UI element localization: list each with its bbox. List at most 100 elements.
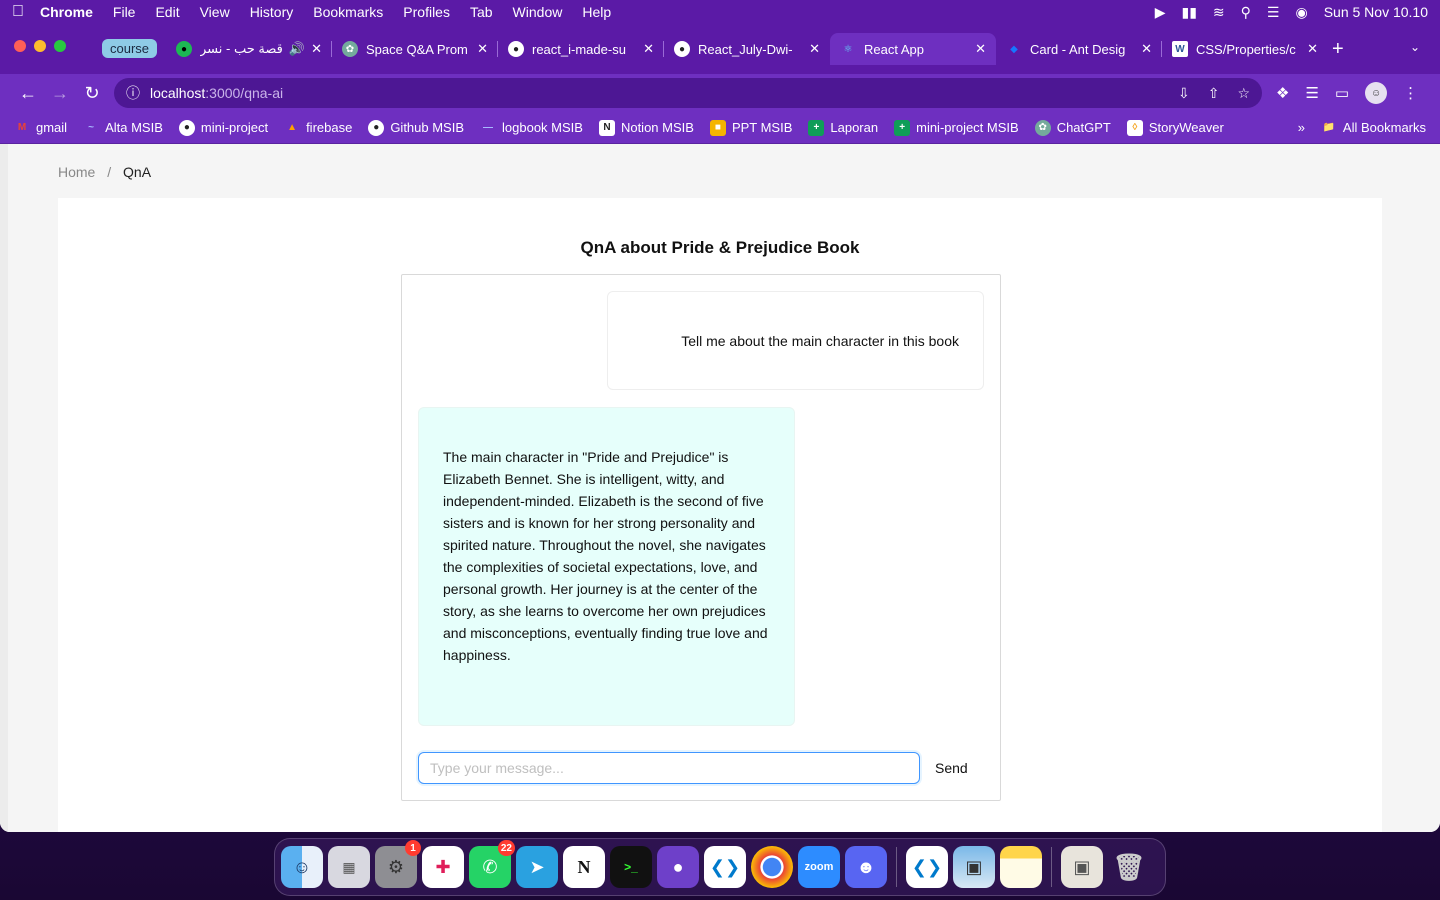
site-info-icon[interactable]: ⓘ — [126, 83, 140, 103]
sheets-icon: + — [808, 119, 825, 136]
system-settings-icon[interactable]: ⚙ 1 — [375, 840, 421, 888]
vscode-icon[interactable]: ❮❯ — [704, 846, 746, 888]
chrome-icon[interactable] — [751, 846, 793, 888]
vscode-recent-icon[interactable]: ❮❯ — [906, 846, 948, 888]
bookmark-chatgpt[interactable]: ✿ ChatGPT — [1034, 119, 1111, 136]
message-input[interactable] — [418, 752, 920, 784]
bookmark-firebase[interactable]: ▲ firebase — [284, 120, 352, 136]
menu-tab[interactable]: Tab — [470, 4, 493, 20]
new-tab-icon[interactable]: + — [1332, 38, 1344, 61]
preview-icon[interactable]: ▣ — [953, 846, 995, 888]
address-bar[interactable]: ⓘ localhost :3000/qna-ai ⇩ ⇧ ☆ — [114, 78, 1262, 108]
menu-window[interactable]: Window — [513, 4, 563, 20]
bookmark-label: ChatGPT — [1056, 120, 1111, 135]
control-center-icon[interactable]: ☰ — [1267, 4, 1280, 21]
tab-github-react-july[interactable]: ● React_July-Dwi- ✕ — [664, 33, 830, 65]
github-desktop-icon[interactable]: ● — [657, 846, 699, 888]
downloads-stack-icon[interactable]: ▣ — [1061, 846, 1103, 888]
menu-file[interactable]: File — [113, 4, 136, 20]
fullscreen-window-button[interactable] — [54, 40, 66, 52]
all-bookmarks-folder[interactable]: 📁 All Bookmarks — [1321, 120, 1426, 136]
macos-dock: ☺ ▦ ⚙ 1 ✚ ✆ 22 ➤ N >_ ● ❮❯ zoom ☻ ❮❯ ▣ ▣… — [274, 838, 1166, 896]
bookmark-storyweaver[interactable]: ◊ StoryWeaver — [1126, 119, 1224, 136]
reload-icon[interactable]: ↻ — [76, 83, 108, 104]
notion-icon[interactable]: N — [563, 846, 605, 888]
bookmark-github-msib[interactable]: ● Github MSIB — [368, 119, 464, 136]
share-icon[interactable]: ⇧ — [1208, 85, 1220, 102]
close-tab-icon[interactable]: ✕ — [477, 41, 488, 57]
apple-icon[interactable]:  — [12, 3, 40, 21]
tab-github-react-made[interactable]: ● react_i-made-su ✕ — [498, 33, 664, 65]
forward-icon[interactable]: → — [44, 83, 76, 104]
more-bookmarks-icon[interactable]: » — [1298, 120, 1305, 135]
menu-edit[interactable]: Edit — [155, 4, 179, 20]
user-message-text: Tell me about the main character in this… — [681, 332, 959, 349]
slack-icon[interactable]: ✚ — [422, 846, 464, 888]
bookmark-notion-msib[interactable]: N Notion MSIB — [598, 119, 694, 136]
menu-history[interactable]: History — [250, 4, 294, 20]
send-button[interactable]: Send — [926, 752, 977, 784]
close-tab-icon[interactable]: ✕ — [311, 41, 322, 57]
siri-icon[interactable]: ◉ — [1295, 4, 1307, 21]
finder-icon[interactable]: ☺ — [281, 846, 323, 888]
bookmark-ppt-msib[interactable]: ■ PPT MSIB — [709, 119, 792, 136]
close-tab-icon[interactable]: ✕ — [975, 41, 986, 57]
tab-css-properties[interactable]: W CSS/Properties/c ✕ — [1162, 33, 1328, 65]
bookmark-laporan[interactable]: + Laporan — [808, 119, 878, 136]
install-app-icon[interactable]: ⇩ — [1178, 85, 1190, 102]
tab-group-course[interactable]: course — [102, 39, 158, 58]
battery-icon[interactable]: ▮▮ — [1182, 4, 1197, 21]
menu-app-name[interactable]: Chrome — [40, 4, 93, 20]
discord-icon[interactable]: ☻ — [845, 846, 887, 888]
zoom-icon[interactable]: zoom — [798, 846, 840, 888]
tab-search-chevron-icon[interactable]: ⌄ — [1410, 40, 1420, 54]
tab-react-app[interactable]: ⚛ React App ✕ — [830, 33, 996, 65]
terminal-icon[interactable]: >_ — [610, 846, 652, 888]
slides-icon: ■ — [709, 119, 726, 136]
launchpad-icon[interactable]: ▦ — [328, 846, 370, 888]
close-tab-icon[interactable]: ✕ — [809, 41, 820, 57]
minimize-window-button[interactable] — [34, 40, 46, 52]
close-tab-icon[interactable]: ✕ — [643, 41, 654, 57]
chat-container: Tell me about the main character in this… — [401, 274, 1001, 801]
spotlight-search-icon[interactable]: ⚲ — [1241, 4, 1251, 21]
whatsapp-icon[interactable]: ✆ 22 — [469, 840, 515, 888]
url-host: localhost — [150, 85, 206, 101]
tab-spotify[interactable]: ● قصة حب - نسر 🔊 ✕ — [166, 33, 332, 65]
menu-view[interactable]: View — [200, 4, 230, 20]
trash-icon[interactable]: 🗑 — [1108, 846, 1150, 888]
side-panel-icon[interactable]: ▭ — [1335, 84, 1349, 102]
bookmark-gmail[interactable]: M gmail — [14, 120, 67, 136]
bookmark-mini-project[interactable]: ● mini-project — [178, 119, 268, 136]
tab-space-qa[interactable]: ✿ Space Q&A Prom ✕ — [332, 33, 498, 65]
menu-profiles[interactable]: Profiles — [403, 4, 450, 20]
bookmark-alta-msib[interactable]: ~ Alta MSIB — [83, 120, 163, 136]
openai-icon: ✿ — [342, 41, 358, 57]
wifi-icon[interactable]: ≋ — [1213, 4, 1225, 21]
play-icon[interactable]: ▶ — [1155, 4, 1166, 21]
message-input-row: Send — [418, 752, 984, 784]
storyweaver-icon: ◊ — [1126, 119, 1143, 136]
bookmark-mini-project-msib[interactable]: + mini-project MSIB — [894, 119, 1019, 136]
telegram-icon[interactable]: ➤ — [516, 846, 558, 888]
extensions-icon[interactable]: ❖ — [1276, 84, 1289, 102]
bookmark-star-icon[interactable]: ☆ — [1237, 85, 1250, 102]
back-icon[interactable]: ← — [12, 83, 44, 104]
menu-help[interactable]: Help — [582, 4, 611, 20]
url-path: :3000/qna-ai — [205, 85, 284, 101]
profile-avatar[interactable]: ☺ — [1365, 82, 1388, 104]
speaker-icon[interactable]: 🔊 — [289, 41, 305, 57]
notes-icon[interactable] — [1000, 846, 1042, 888]
bookmark-logbook-msib[interactable]: — logbook MSIB — [480, 120, 583, 136]
menu-bookmarks[interactable]: Bookmarks — [313, 4, 383, 20]
breadcrumb-home-link[interactable]: Home — [58, 164, 95, 180]
ai-message-text: The main character in "Pride and Prejudi… — [443, 449, 768, 663]
close-window-button[interactable] — [14, 40, 26, 52]
close-tab-icon[interactable]: ✕ — [1141, 41, 1152, 57]
chrome-menu-icon[interactable]: ⋮ — [1403, 84, 1418, 102]
menubar-clock[interactable]: Sun 5 Nov 10.10 — [1324, 4, 1428, 20]
browser-toolbar: ← → ↻ ⓘ localhost :3000/qna-ai ⇩ ⇧ ☆ ❖ ☰… — [0, 74, 1440, 112]
media-queue-icon[interactable]: ☰ — [1305, 84, 1318, 102]
tab-ant-design[interactable]: ◆ Card - Ant Desig ✕ — [996, 33, 1162, 65]
close-tab-icon[interactable]: ✕ — [1307, 41, 1318, 57]
